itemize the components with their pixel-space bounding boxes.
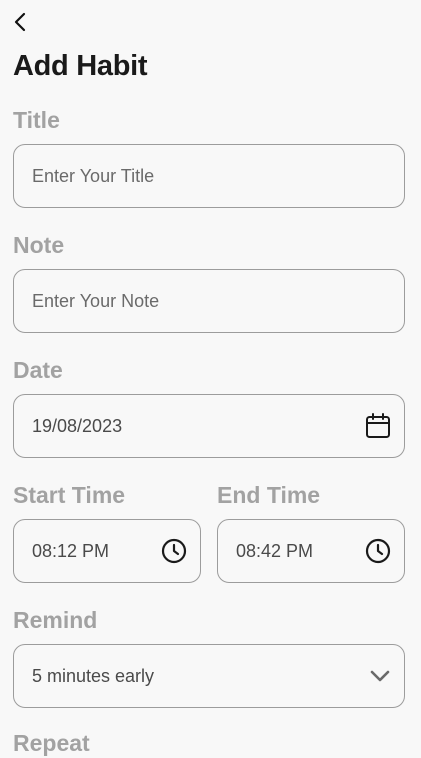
note-label: Note [13, 232, 65, 258]
start-time-field[interactable]: 08:12 PM [13, 519, 201, 583]
end-time-label: End Time [217, 482, 321, 508]
date-field[interactable]: 19/08/2023 [13, 394, 405, 458]
chevron-left-icon [14, 12, 26, 32]
remind-label: Remind [13, 607, 98, 633]
remind-select[interactable]: 5 minutes early [13, 644, 405, 708]
clock-icon[interactable] [160, 537, 188, 565]
date-label: Date [13, 357, 63, 383]
chevron-down-icon [368, 664, 392, 688]
start-time-label: Start Time [13, 482, 126, 508]
title-placeholder: Enter Your Title [32, 165, 155, 186]
clock-icon[interactable] [364, 537, 392, 565]
page-title: Add Habit [13, 50, 148, 82]
date-value: 19/08/2023 [32, 415, 123, 436]
repeat-label: Repeat [13, 730, 90, 756]
remind-value: 5 minutes early [32, 665, 155, 686]
start-time-value: 08:12 PM [32, 540, 110, 561]
note-placeholder: Enter Your Note [32, 290, 160, 311]
note-input[interactable]: Enter Your Note [13, 269, 405, 333]
calendar-icon[interactable] [364, 412, 392, 440]
end-time-field[interactable]: 08:42 PM [217, 519, 405, 583]
back-button[interactable] [10, 9, 32, 35]
title-input[interactable]: Enter Your Title [13, 144, 405, 208]
end-time-value: 08:42 PM [236, 540, 314, 561]
title-label: Title [13, 107, 60, 133]
